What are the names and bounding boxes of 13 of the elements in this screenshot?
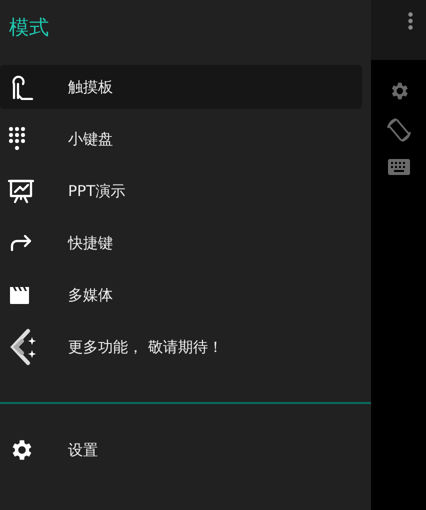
menu-item[interactable]: 设置 [0, 428, 362, 472]
menu-item[interactable]: 小键盘 [0, 117, 362, 161]
menu-item[interactable]: PPT演示 [0, 169, 362, 213]
keyboard-icon[interactable] [386, 158, 410, 176]
screen-rotation-icon[interactable] [384, 116, 412, 144]
menu-item[interactable]: 多媒体 [0, 273, 362, 317]
sparkle-chevron-icon [8, 328, 38, 366]
presentation-chart-icon [8, 178, 34, 204]
more-options-icon[interactable] [408, 12, 413, 30]
menu-item[interactable]: 快捷键 [0, 221, 362, 265]
menu-item[interactable]: 触摸板 [0, 65, 362, 109]
menu-item[interactable]: 更多功能， 敬请期待！ [0, 325, 362, 369]
drawer-title: 模式 [8, 14, 50, 41]
